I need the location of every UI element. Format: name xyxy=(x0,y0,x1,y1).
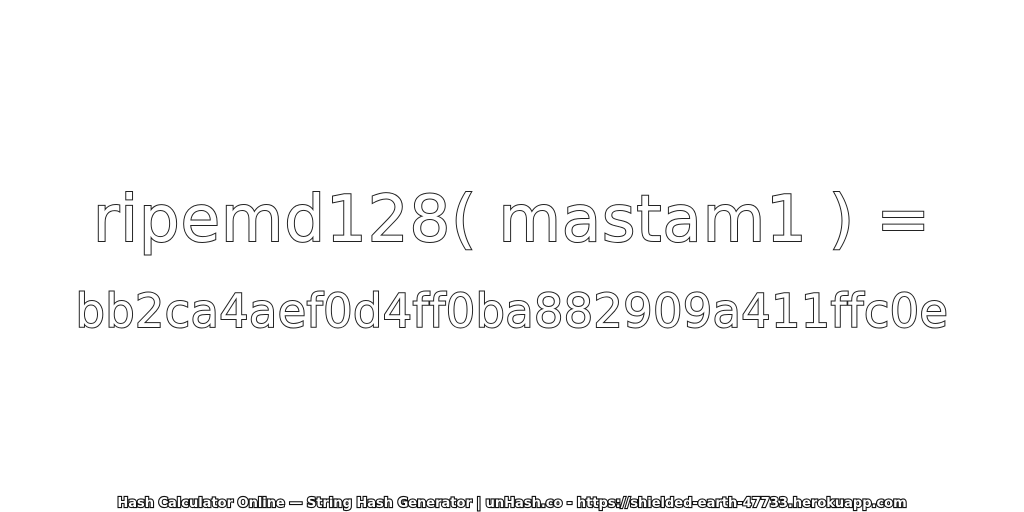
footer-caption: Hash Calculator Online — String Hash Gen… xyxy=(116,496,908,511)
hash-expression: ripemd128( mastam1 ) = xyxy=(92,183,932,257)
hash-value: bb2ca4aef0d4ff0ba882909a411ffc0e xyxy=(75,284,949,338)
